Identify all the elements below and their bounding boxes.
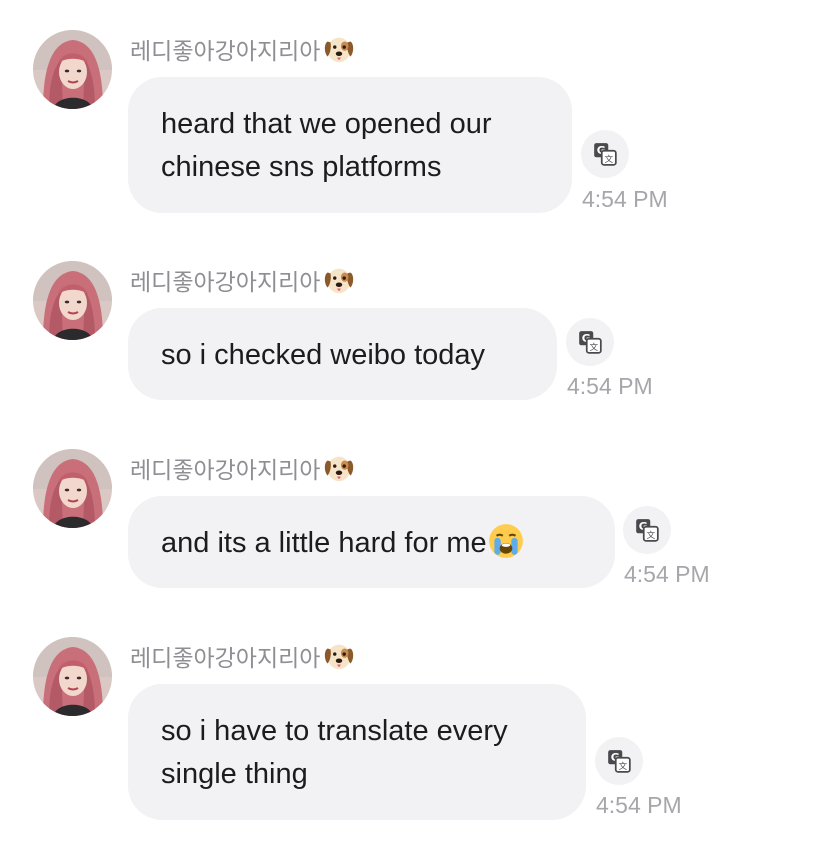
translate-icon (592, 141, 618, 167)
message-line: single thing (161, 758, 308, 790)
message-bubble[interactable]: heard that we opened our chinese sns pla… (128, 77, 572, 213)
sender-name: 레디좋아강아지리아 (130, 263, 356, 297)
message-line: so i have to translate every (161, 715, 508, 747)
avatar[interactable] (33, 30, 112, 109)
dog-face-icon (322, 32, 356, 66)
loudly-crying-face-icon (487, 522, 525, 560)
avatar[interactable] (33, 637, 112, 716)
sender-name-text: 레디좋아강아지리아 (130, 646, 321, 672)
translate-icon (577, 329, 603, 355)
sender-name-text: 레디좋아강아지리아 (130, 270, 321, 296)
translate-icon (634, 517, 660, 543)
sender-name-text: 레디좋아강아지리아 (130, 458, 321, 484)
translate-button[interactable] (566, 318, 614, 366)
dog-face-icon (322, 639, 356, 673)
message-bubble[interactable]: so i checked weibo today (128, 308, 557, 400)
message-line: chinese sns platforms (161, 151, 442, 183)
avatar[interactable] (33, 261, 112, 340)
sender-name-text: 레디좋아강아지리아 (130, 39, 321, 65)
message-line: and its a little hard for me (161, 522, 583, 565)
message-line: so i checked weibo today (161, 339, 486, 371)
timestamp: 4:54 PM (567, 373, 653, 399)
dog-face-icon (322, 451, 356, 485)
sender-name: 레디좋아강아지리아 (130, 639, 356, 673)
message-bubble[interactable]: and its a little hard for me (128, 496, 615, 588)
sender-name: 레디좋아강아지리아 (130, 32, 356, 66)
message-bubble[interactable]: so i have to translate every single thin… (128, 684, 586, 820)
translate-icon (606, 748, 632, 774)
timestamp: 4:54 PM (596, 792, 682, 818)
translate-button[interactable] (595, 737, 643, 785)
sender-name: 레디좋아강아지리아 (130, 451, 356, 485)
translate-button[interactable] (581, 130, 629, 178)
message-line: heard that we opened our (161, 108, 492, 140)
translate-button[interactable] (623, 506, 671, 554)
message-text: and its a little hard for me (161, 527, 487, 559)
timestamp: 4:54 PM (624, 561, 710, 587)
timestamp: 4:54 PM (582, 186, 668, 212)
dog-face-icon (322, 263, 356, 297)
avatar[interactable] (33, 449, 112, 528)
